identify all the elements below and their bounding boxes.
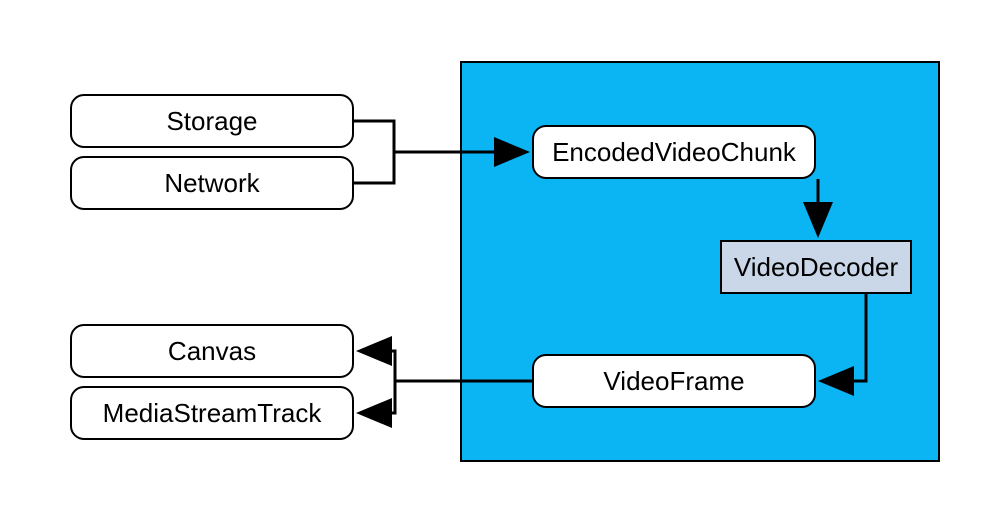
node-video-decoder: VideoDecoder <box>720 240 912 294</box>
node-storage: Storage <box>70 94 354 148</box>
node-label: VideoFrame <box>603 366 744 397</box>
node-canvas: Canvas <box>70 324 354 378</box>
node-label: MediaStreamTrack <box>103 398 322 429</box>
node-video-frame: VideoFrame <box>532 354 816 408</box>
node-label: Storage <box>166 106 257 137</box>
node-encoded-video-chunk: EncodedVideoChunk <box>532 125 816 179</box>
node-label: EncodedVideoChunk <box>552 137 796 168</box>
node-label: Canvas <box>168 336 256 367</box>
node-label: VideoDecoder <box>734 252 898 283</box>
node-network: Network <box>70 156 354 210</box>
node-media-stream-track: MediaStreamTrack <box>70 386 354 440</box>
node-label: Network <box>164 168 259 199</box>
